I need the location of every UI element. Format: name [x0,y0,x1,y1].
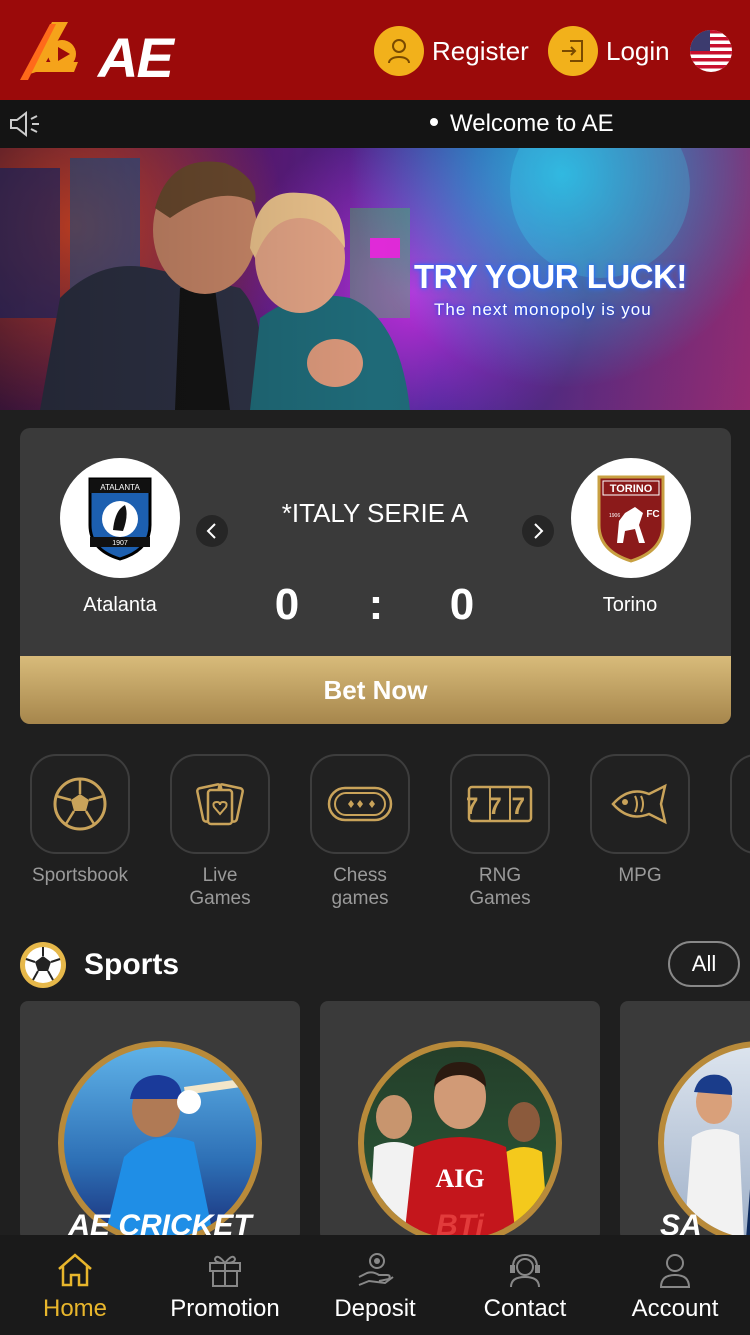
away-team-name: Torino [602,594,658,616]
torino-logo-year: 1906 [609,513,620,519]
speaker-icon [10,110,39,138]
torino-logo-icon: TORINO 1906 FC [571,458,691,578]
deposit-hand-coin-icon [358,1253,394,1286]
category-label: Live Games [189,865,251,909]
account-user-icon [659,1254,691,1288]
slot-777-icon: 777 [467,785,533,823]
torino-logo-fc: FC [646,509,659,520]
category-mpg[interactable]: MPG [589,754,691,887]
nav-label: Account [631,1295,719,1322]
playing-cards-icon [196,783,244,826]
nav-label: Contact [483,1295,567,1322]
nav-account[interactable]: Account [600,1235,750,1335]
ae-logo[interactable]: AE [16,14,174,86]
category-label: Chess games [331,865,389,909]
announcement-text: Welcome to AE [430,110,614,138]
nav-deposit[interactable]: Deposit [300,1235,450,1335]
jersey-sponsor-text: AIG [435,1164,484,1193]
category-label: RNG Games [469,865,531,909]
logo-text: AE [98,26,174,89]
logo-mark-icon [20,22,78,80]
user-icon [374,26,424,76]
category-next-partial[interactable] [730,754,750,854]
chevron-right-icon [534,523,544,539]
category-box [590,754,690,854]
game-card-ae-cricket[interactable]: AE CRICKET [20,1001,300,1241]
home-team-name: Atalanta [83,594,157,616]
announcement-bar: Welcome to AE [0,100,750,148]
bottom-nav: Home Promotion Deposit Contact Account [0,1235,750,1335]
nav-home[interactable]: Home [0,1235,150,1335]
login-button[interactable]: Login [548,26,670,76]
category-chess-games[interactable]: Chess games [309,754,411,910]
bet-now-button[interactable]: Bet Now [20,656,731,724]
atalanta-logo-icon: ATALANTA 1907 [60,458,180,578]
category-label: MPG [618,865,662,886]
nav-label: Home [42,1295,108,1322]
nav-label: Deposit [334,1295,416,1322]
sports-section-title: Sports [84,948,180,981]
promo-banner[interactable]: TRY YOUR LUCK! The next monopoly is you [0,148,750,410]
card-table-icon [327,786,393,822]
login-icon [548,26,598,76]
app-page: AE Register Login Welcome to AE TRY YOUR… [0,0,750,1335]
fish-icon [611,783,667,825]
soccer-ball-icon [53,777,107,831]
game-card-bti[interactable]: AIG BTi [320,1001,600,1241]
banner-title: TRY YOUR LUCK! [414,258,687,295]
score-separator: : [368,580,384,629]
match-card: ATALANTA 1907 Atalanta *ITALY SERIE A 0 … [20,428,731,724]
register-label: Register [432,35,529,66]
slot-digits: 777 [467,793,533,820]
atalanta-logo-year: 1907 [112,540,128,547]
category-sportsbook[interactable]: Sportsbook [29,754,131,887]
gift-icon [209,1255,241,1287]
category-box [310,754,410,854]
category-box: 777 [450,754,550,854]
category-box [30,754,130,854]
nav-contact[interactable]: Contact [450,1235,600,1335]
next-match-button[interactable] [522,515,554,547]
category-rng-games[interactable]: 777 RNG Games [449,754,551,910]
nav-promotion[interactable]: Promotion [150,1235,300,1335]
home-score: 0 [274,580,300,629]
category-label: Sportsbook [31,865,129,886]
top-header: AE Register Login [0,0,750,100]
sports-all-button[interactable]: All [668,941,740,987]
register-button[interactable]: Register [374,26,529,76]
game-card-sa[interactable]: SA [620,1001,750,1241]
banner-subtitle: The next monopoly is you [434,300,652,319]
sports-ball-icon [20,942,66,988]
login-label: Login [606,35,670,66]
category-live-games[interactable]: Live Games [169,754,271,910]
nav-label: Promotion [170,1295,280,1322]
category-box [170,754,270,854]
headset-support-icon [510,1253,540,1288]
torino-logo-text: TORINO [610,483,653,495]
home-icon [58,1253,92,1287]
league-name: *ITALY SERIE A [281,498,469,528]
away-score: 0 [449,580,475,629]
us-flag-icon[interactable] [690,30,732,72]
atalanta-logo-text: ATALANTA [100,483,140,492]
